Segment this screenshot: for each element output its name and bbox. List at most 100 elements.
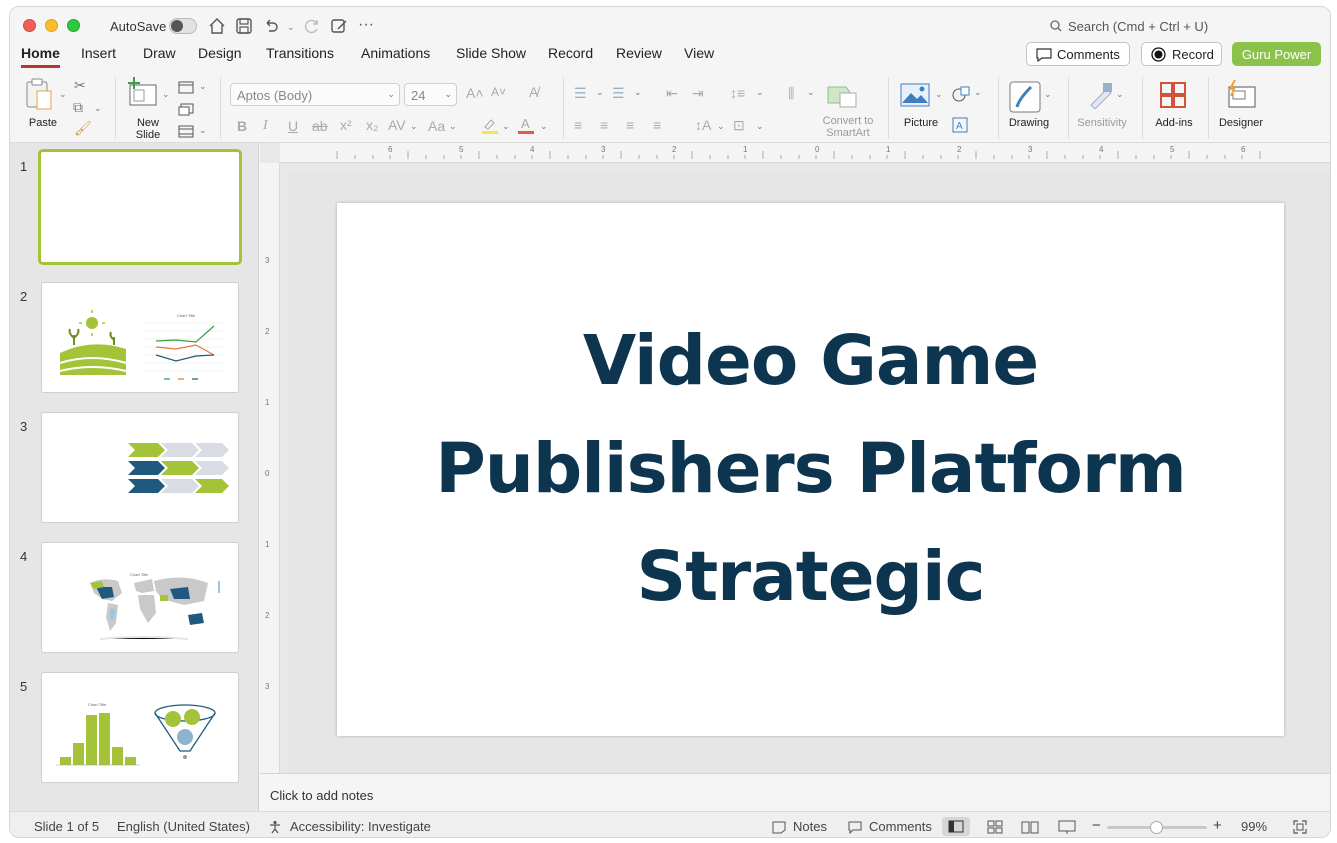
chevron-down-icon[interactable]: ⌄	[410, 121, 418, 132]
chevron-down-icon[interactable]: ⌄	[756, 121, 764, 132]
comment-icon[interactable]	[848, 821, 862, 834]
paste-icon[interactable]	[24, 77, 54, 111]
new-slide-icon[interactable]	[127, 77, 159, 107]
subscript-icon[interactable]: x₂	[366, 117, 378, 133]
align-left-icon[interactable]: ≡	[574, 117, 582, 133]
notes-icon[interactable]	[772, 821, 786, 834]
slide-thumbnail-5[interactable]: Chart Title	[41, 672, 239, 783]
underline-icon[interactable]: U	[288, 118, 298, 134]
add-ins-icon[interactable]	[1159, 81, 1187, 109]
justify-icon[interactable]: ≡	[653, 117, 661, 133]
accessibility-status[interactable]: Accessibility: Investigate	[290, 819, 431, 834]
slide-thumbnail-1[interactable]	[38, 149, 242, 265]
chevron-down-icon[interactable]: ⌄	[717, 121, 725, 132]
tab-review[interactable]: Review	[616, 45, 662, 65]
decrease-indent-icon[interactable]: ⇤	[666, 85, 678, 102]
record-button[interactable]: Record	[1141, 42, 1222, 66]
zoom-in-icon[interactable]: +	[1213, 817, 1222, 834]
strikethrough-icon[interactable]: ab	[312, 118, 328, 134]
shapes-icon[interactable]	[951, 85, 971, 103]
sensitivity-icon[interactable]	[1087, 81, 1115, 109]
reset-slide-icon[interactable]	[178, 103, 194, 116]
slide-thumbnail-3[interactable]	[41, 412, 239, 523]
highlight-icon[interactable]	[481, 116, 499, 134]
drawing-icon[interactable]	[1009, 81, 1041, 113]
text-box-icon[interactable]: A	[952, 117, 968, 133]
comments-status-button[interactable]: Comments	[869, 819, 932, 834]
font-size-dropdown[interactable]: 24 ⌄	[404, 83, 457, 106]
cut-icon[interactable]: ✂	[74, 77, 86, 94]
chevron-down-icon[interactable]: ⌄	[1116, 89, 1124, 100]
chevron-down-icon[interactable]: ⌄	[634, 87, 642, 98]
section-dropdown-icon[interactable]: ⌄	[199, 125, 207, 136]
italic-icon[interactable]: I	[263, 118, 268, 134]
autosave-toggle[interactable]	[169, 18, 197, 34]
search-input[interactable]: Search (Cmd + Ctrl + U)	[1068, 19, 1208, 34]
customize-toolbar-icon[interactable]	[329, 16, 349, 36]
undo-icon[interactable]	[261, 16, 281, 36]
notes-button[interactable]: Notes	[793, 819, 827, 834]
bold-icon[interactable]: B	[237, 118, 247, 134]
zoom-out-icon[interactable]: −	[1092, 817, 1101, 834]
bullets-icon[interactable]: ☰	[574, 85, 587, 102]
zoom-level[interactable]: 99%	[1241, 819, 1267, 834]
redo-icon[interactable]	[302, 16, 322, 36]
reading-view-icon[interactable]	[1021, 820, 1039, 834]
change-case-icon[interactable]: Aa	[428, 118, 445, 134]
chevron-down-icon[interactable]: ⌄	[974, 87, 982, 98]
designer-icon[interactable]	[1225, 79, 1257, 109]
character-spacing-icon[interactable]: AV	[388, 117, 406, 133]
font-name-dropdown[interactable]: Aptos (Body) ⌄	[230, 83, 400, 106]
notes-pane[interactable]: Click to add notes	[260, 773, 1330, 811]
maximize-window-button[interactable]	[67, 19, 80, 32]
format-painter-icon[interactable]: 🖌	[74, 120, 92, 137]
home-icon[interactable]	[207, 16, 227, 36]
chevron-down-icon[interactable]: ⌄	[502, 121, 510, 132]
new-slide-dropdown-icon[interactable]: ⌄	[162, 89, 170, 100]
superscript-icon[interactable]: x²	[340, 117, 352, 133]
language-indicator[interactable]: English (United States)	[117, 819, 250, 834]
guru-power-button[interactable]: Guru Power	[1232, 42, 1321, 66]
comments-button[interactable]: Comments	[1026, 42, 1130, 66]
accessibility-icon[interactable]	[268, 820, 282, 834]
fit-to-window-icon[interactable]	[1293, 820, 1307, 834]
chevron-down-icon[interactable]: ⌄	[540, 121, 548, 132]
layout-dropdown-icon[interactable]: ⌄	[199, 81, 207, 92]
font-color-icon[interactable]: A	[517, 116, 535, 134]
zoom-slider[interactable]	[1107, 821, 1207, 834]
tab-draw[interactable]: Draw	[143, 45, 176, 65]
more-icon[interactable]: ···	[358, 16, 378, 36]
align-right-icon[interactable]: ≡	[626, 117, 634, 133]
tab-animations[interactable]: Animations	[361, 45, 430, 65]
tab-record[interactable]: Record	[548, 45, 593, 65]
undo-dropdown-icon[interactable]: ⌄	[287, 22, 295, 33]
picture-icon[interactable]	[900, 83, 930, 107]
slide-thumbnail-2[interactable]: Chart Title	[41, 282, 239, 393]
chevron-down-icon[interactable]: ⌄	[449, 121, 457, 132]
slide-thumbnail-4[interactable]: Chart Title	[41, 542, 239, 653]
tab-design[interactable]: Design	[198, 45, 242, 65]
minimize-window-button[interactable]	[45, 19, 58, 32]
tab-home[interactable]: Home	[21, 45, 60, 68]
slide-sorter-icon[interactable]	[987, 820, 1003, 834]
align-center-icon[interactable]: ≡	[600, 117, 608, 133]
clear-formatting-icon[interactable]: A̸	[529, 84, 538, 100]
slide-title[interactable]: Video Game Publishers Platform Strategic	[397, 307, 1224, 631]
chevron-down-icon[interactable]: ⌄	[756, 87, 764, 98]
decrease-font-size-icon[interactable]: A˅	[491, 85, 506, 99]
tab-insert[interactable]: Insert	[81, 45, 116, 65]
save-icon[interactable]	[234, 16, 254, 36]
copy-dropdown-icon[interactable]: ⌄	[94, 103, 102, 114]
smartart-icon[interactable]	[826, 83, 858, 109]
increase-indent-icon[interactable]: ⇥	[692, 85, 704, 102]
align-text-icon[interactable]: ⊡	[733, 117, 745, 134]
close-window-button[interactable]	[23, 19, 36, 32]
layout-icon[interactable]	[178, 81, 194, 94]
columns-icon[interactable]: ⫼	[788, 85, 794, 102]
increase-font-size-icon[interactable]: A˄	[466, 85, 484, 101]
paste-dropdown-icon[interactable]: ⌄	[59, 89, 67, 100]
chevron-down-icon[interactable]: ⌄	[935, 89, 943, 100]
chevron-down-icon[interactable]: ⌄	[596, 87, 604, 98]
tab-transitions[interactable]: Transitions	[266, 45, 334, 65]
slide-show-icon[interactable]	[1058, 820, 1076, 834]
